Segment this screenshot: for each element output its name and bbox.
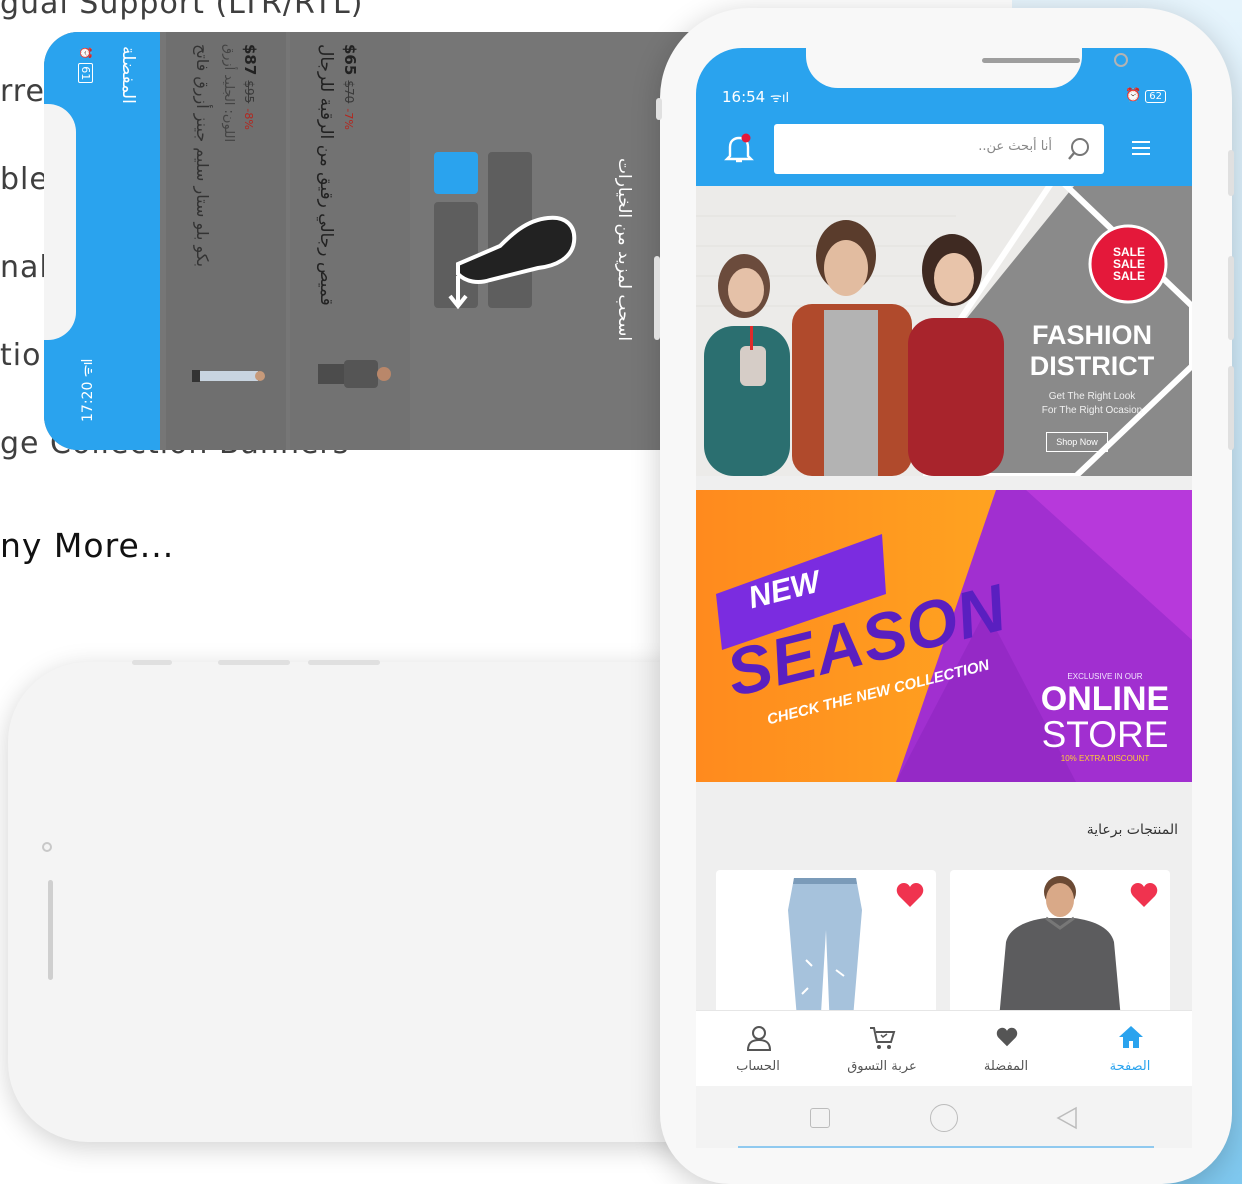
product-price-row: $65 $70 -7% [341, 44, 359, 130]
nav-cart[interactable]: عربة التسوق [820, 1011, 944, 1087]
landscape-time: 17:20 ᯤıl [80, 359, 96, 422]
favorite-card[interactable]: بكو بلو ستار سليم جينز أزرق فاتح اللون: … [166, 32, 286, 450]
camera-icon [1114, 53, 1128, 67]
nav-home[interactable]: الصفحة [1068, 1011, 1192, 1087]
landscape-notch [44, 104, 76, 340]
landscape-screen: 17:20 ᯤıl ⏰ 61 المفضلة بكو بلو ستار سليم… [44, 32, 704, 450]
product-name: بكو بلو ستار سليم جينز أزرق فاتح [193, 44, 212, 268]
phone-side-button [1228, 256, 1234, 340]
gesture-line [738, 1146, 1154, 1148]
swipe-hint-text: اسحب لمزيد من الخيارات [614, 158, 634, 342]
phone-side-button [656, 98, 662, 120]
discount-label: 10% EXTRA DISCOUNT [1060, 754, 1150, 763]
nav-label: عربة التسوق [847, 1059, 917, 1074]
shop-now-button[interactable]: Shop Now [1046, 432, 1108, 452]
product-color: اللون: الجليد أزرق [221, 44, 236, 143]
banner-title: FASHION DISTRICT [1029, 320, 1155, 381]
home-icon [1119, 1026, 1143, 1048]
phone-side-button [1228, 366, 1234, 450]
phone-side-button [308, 660, 380, 665]
speaker-grille [982, 58, 1080, 63]
product-price-row: $87 $95 -8% [241, 44, 259, 130]
status-time: 16:54 ᯤıl [722, 88, 790, 106]
nav-account[interactable]: الحساب [696, 1011, 820, 1087]
more-features-label: ny More... [0, 526, 175, 565]
notification-bell-icon[interactable] [724, 132, 754, 164]
favorite-heart-icon[interactable] [1130, 882, 1158, 908]
user-icon [746, 1026, 772, 1051]
recents-button[interactable] [810, 1108, 830, 1128]
phone-side-button [218, 660, 290, 665]
phone-side-button [1228, 150, 1234, 196]
section-title: المنتجات برعاية [1086, 822, 1178, 838]
nav-label: الصفحة [1109, 1059, 1151, 1074]
app-header: أنا أبحث عن.. [696, 110, 1192, 186]
cart-icon [870, 1027, 896, 1049]
product-name: قميص رجالي رقيق من الرقبة للرجال [316, 44, 336, 306]
product-image-shirt [314, 354, 394, 394]
notch [806, 48, 1128, 88]
nav-favorites[interactable]: المفضلة [944, 1011, 1068, 1087]
product-card[interactable] [950, 870, 1170, 1030]
search-icon [1068, 138, 1089, 160]
nav-label: الحساب [736, 1059, 780, 1074]
product-card[interactable] [716, 870, 936, 1030]
heart-icon [996, 1027, 1018, 1047]
favorite-card[interactable]: قميص رجالي رقيق من الرقبة للرجال $65 $70… [290, 32, 410, 450]
sale-badge: SALE SALE SALE [1112, 245, 1145, 283]
camera-icon [42, 842, 52, 852]
phone-side-button [654, 256, 660, 340]
landscape-phone [8, 662, 708, 1142]
battery-icon: ⏰ 62 [1125, 88, 1166, 103]
system-navigation-bar [696, 1086, 1192, 1148]
favorite-heart-icon[interactable] [896, 882, 924, 908]
search-input[interactable]: أنا أبحث عن.. [978, 139, 1052, 154]
feature-item: gual Support (LTR/RTL) [0, 0, 364, 21]
phone-side-button [132, 660, 172, 665]
bottom-navigation: الحساب عربة التسوق المفضلة الصفحة [696, 1010, 1192, 1086]
fashion-district-banner[interactable]: SALE SALE SALE FASHION DISTRICT Get The … [696, 186, 1192, 476]
landscape-battery-icon: ⏰ 61 [78, 46, 93, 84]
banner-subtitle: Get The Right Look For The Right Ocasion [1041, 391, 1143, 416]
status-bar: 16:54 ᯤıl ⏰ 62 [696, 48, 1192, 110]
landscape-page-title: المفضلة [118, 46, 138, 104]
nav-label: المفضلة [983, 1059, 1029, 1074]
back-icon[interactable] [1056, 1106, 1078, 1130]
swipe-hint-graphic [430, 148, 580, 312]
product-image-jeans [190, 362, 266, 390]
speaker-grille [48, 880, 53, 980]
new-season-banner[interactable]: NEW SEASON CHECK THE NEW COLLECTION EXCL… [696, 490, 1192, 782]
portrait-screen: 16:54 ᯤıl ⏰ 62 أنا أبحث عن.. SALE SALE S… [696, 48, 1192, 1148]
home-button[interactable] [930, 1104, 958, 1132]
menu-icon[interactable] [1132, 140, 1150, 156]
search-bar[interactable]: أنا أبحث عن.. [774, 124, 1104, 174]
store-label: STORE [1041, 714, 1169, 755]
